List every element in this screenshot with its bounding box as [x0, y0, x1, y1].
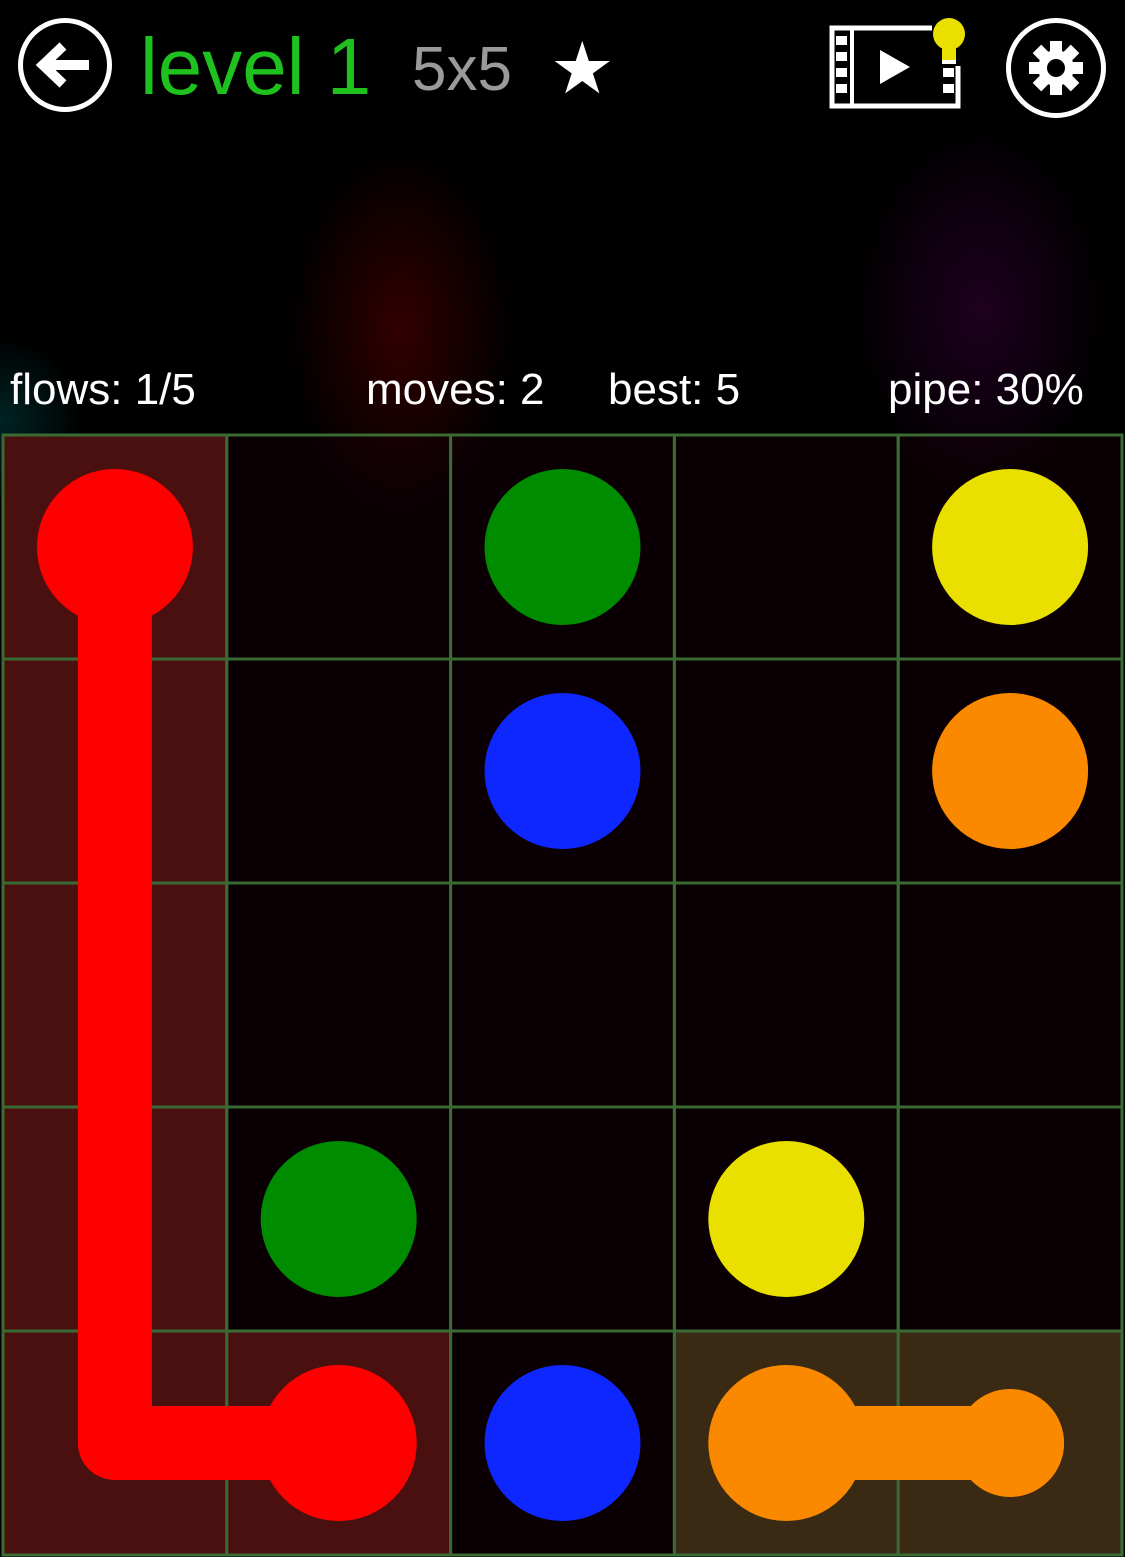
red-dot	[36, 469, 193, 625]
green-dot	[260, 1141, 417, 1297]
grid-cell[interactable]	[896, 881, 1124, 1109]
arrow-left-icon	[35, 42, 89, 88]
grid-cell[interactable]	[225, 433, 453, 661]
orange-dot	[932, 693, 1089, 849]
video-hint-button[interactable]	[828, 14, 968, 114]
game-board[interactable]	[0, 433, 1125, 1557]
grid-cell[interactable]	[896, 1105, 1124, 1333]
grid-cell[interactable]	[449, 881, 676, 1109]
yellow-dot	[932, 469, 1089, 625]
pipe-percentage: pipe: 30%	[888, 365, 1084, 414]
orange-pipe-end	[956, 1389, 1065, 1497]
best-counter: best: 5	[608, 365, 741, 414]
orange-dot	[708, 1365, 865, 1521]
blue-dot	[484, 693, 641, 849]
green-dot	[484, 469, 641, 625]
blue-dot	[484, 1365, 641, 1521]
moves-counter: moves: 2	[366, 365, 545, 414]
back-button[interactable]	[18, 18, 112, 112]
yellow-dot	[708, 1141, 865, 1297]
level-title: level 1	[140, 22, 372, 111]
star-icon: ★	[550, 29, 615, 109]
grid-cell[interactable]	[225, 881, 453, 1109]
grid-cell[interactable]	[225, 657, 453, 885]
grid-cell[interactable]	[672, 657, 900, 885]
settings-button[interactable]	[1006, 18, 1106, 118]
video-hint-lightbulb-icon	[829, 14, 966, 109]
grid-cell[interactable]	[449, 1105, 676, 1333]
grid-size-label: 5x5	[412, 35, 512, 104]
gear-icon	[1029, 41, 1083, 95]
flows-counter: flows: 1/5	[10, 365, 196, 414]
grid-cell[interactable]	[672, 881, 900, 1109]
red-dot	[260, 1365, 417, 1521]
grid-cell[interactable]	[672, 433, 900, 661]
